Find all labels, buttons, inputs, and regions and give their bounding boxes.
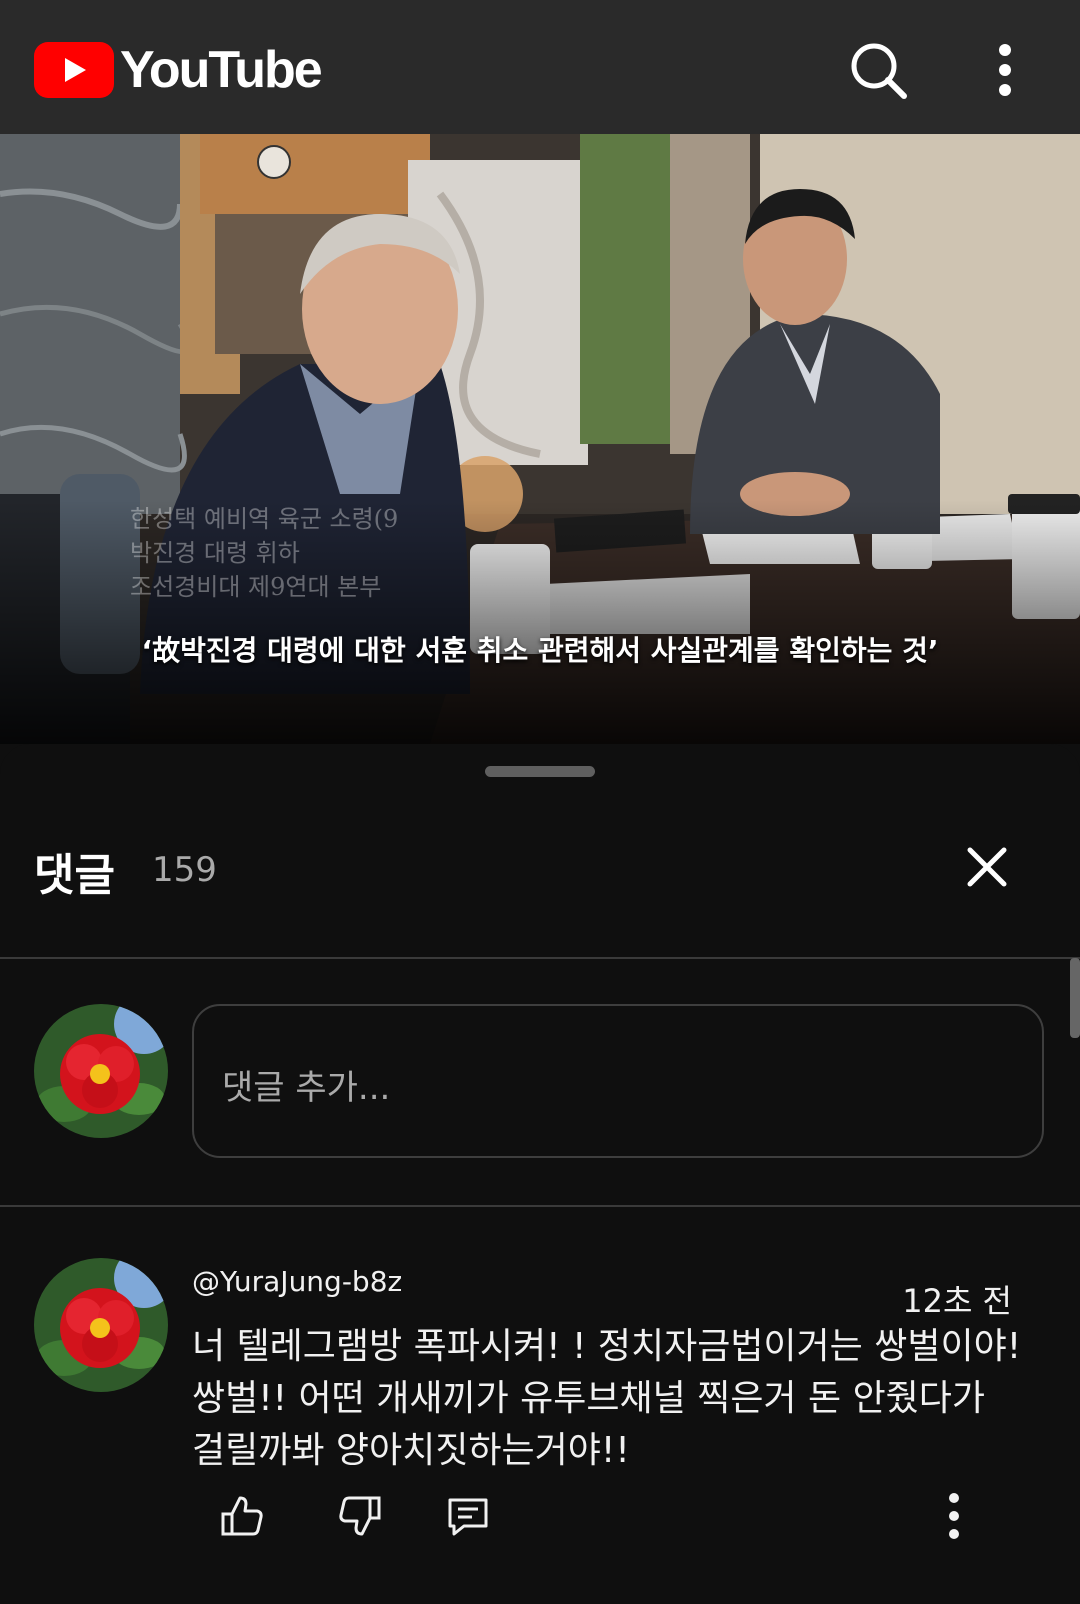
add-comment-input[interactable]: 댓글 추가... [192,1004,1044,1158]
comment-author-avatar[interactable] [34,1258,168,1392]
caption-line: 한성택 예비역 육군 소령(9 [130,505,399,533]
top-app-bar: YouTube [0,0,1080,134]
caption-line: 박진경 대령 휘하 [130,539,300,567]
dislike-icon[interactable] [336,1492,384,1540]
comment-more-icon[interactable] [942,1492,966,1540]
name-caption: 한성택 예비역 육군 소령(9 박진경 대령 휘하 조선경비대 제9연대 본부 [130,502,398,604]
comment-author[interactable]: @YuraJung-b8z [192,1265,402,1298]
close-icon[interactable] [962,842,1012,892]
app-name: YouTube [120,41,323,99]
comments-sheet: 댓글 159 댓글 추가... @YuraJung-b8z 12초 전 너 텔레… [0,744,1080,1604]
add-comment-placeholder: 댓글 추가... [222,1068,391,1108]
reply-icon[interactable] [444,1492,492,1540]
user-avatar[interactable] [34,1004,168,1138]
caption-line: 조선경비대 제9연대 본부 [130,573,382,601]
drag-handle[interactable] [485,766,595,777]
divider [0,957,1080,959]
comments-count: 159 [152,850,217,890]
more-vert-icon[interactable] [990,40,1020,104]
search-icon[interactable] [848,40,910,102]
divider [0,1205,1080,1207]
video-player[interactable]: 한성택 예비역 육군 소령(9 박진경 대령 휘하 조선경비대 제9연대 본부 … [0,134,1080,744]
video-subtitle: ‘故박진경 대령에 대한 서훈 취소 관련해서 사실관계를 확인하는 것’ [141,634,939,667]
youtube-play-icon [34,42,114,98]
comment-text: 너 텔레그램방 폭파시켜! ! 정치자금법이거는 쌍벌이야!쌍벌!! 어떤 개새… [192,1326,1022,1471]
youtube-logo[interactable]: YouTube [34,40,323,100]
like-icon[interactable] [218,1492,266,1540]
comments-title: 댓글 [34,850,115,901]
comment-time: 12초 전 [902,1282,1012,1320]
scrollbar[interactable] [1070,958,1080,1038]
